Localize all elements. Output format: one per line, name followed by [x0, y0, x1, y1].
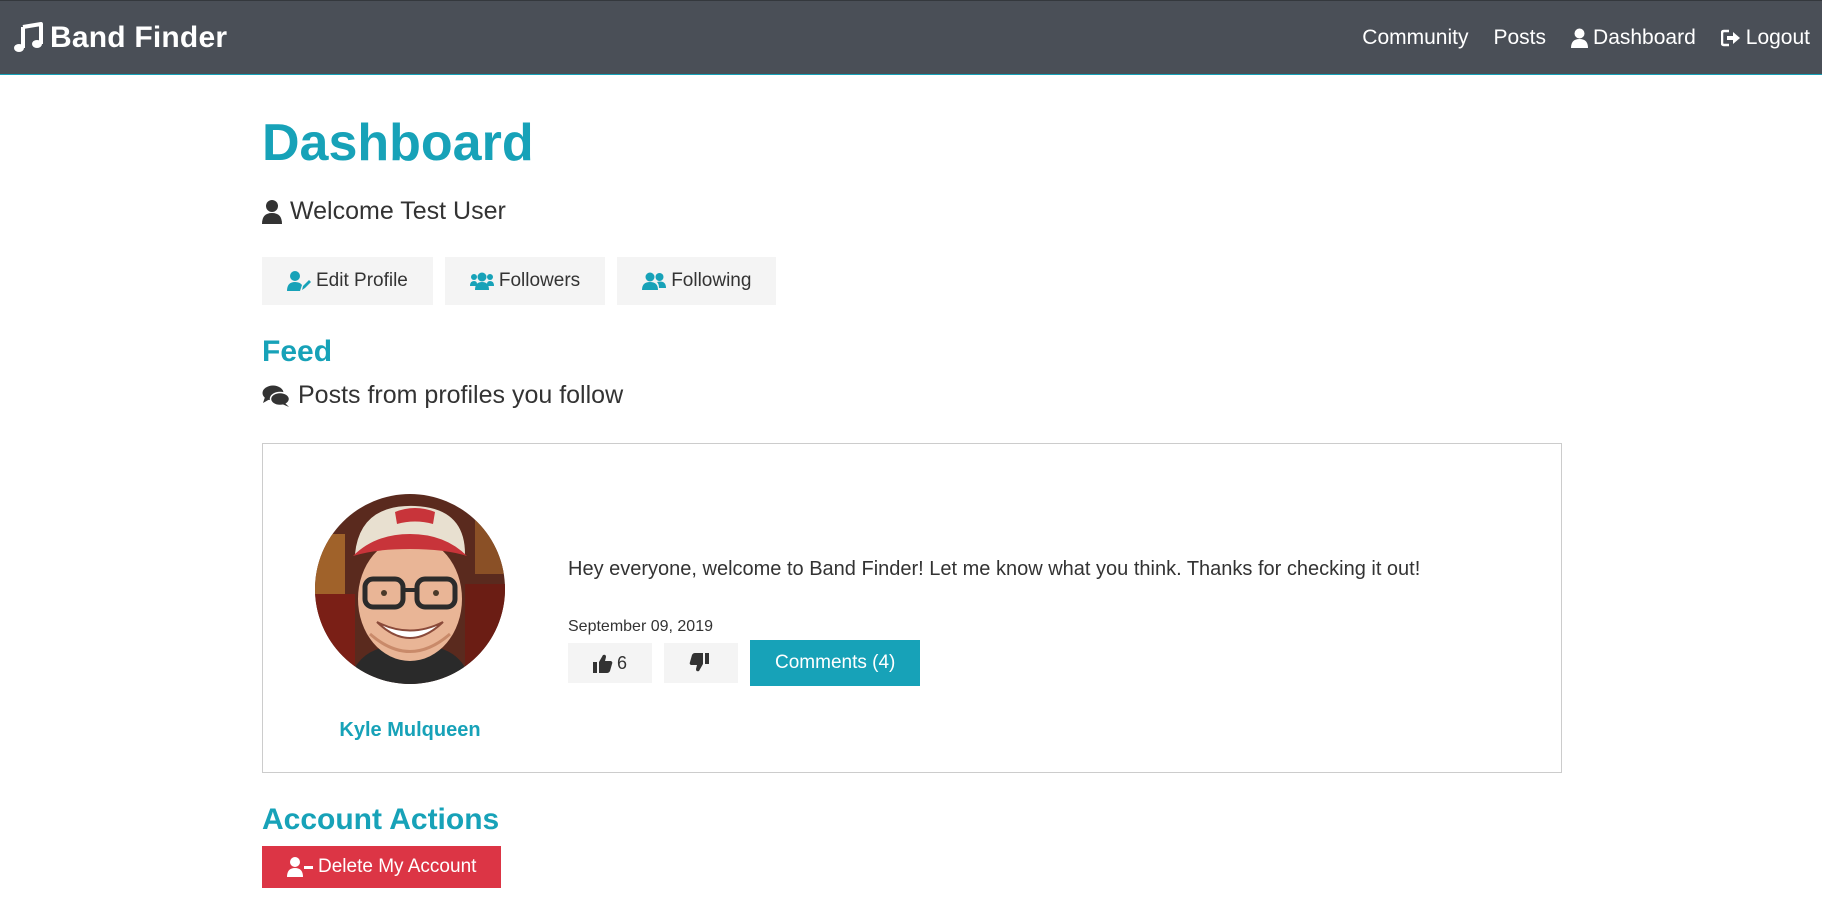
post-actions: 6 Comments (4): [568, 640, 921, 686]
nav-logout-link[interactable]: Logout: [1720, 26, 1810, 50]
delete-account-button[interactable]: Delete My Account: [262, 846, 502, 888]
feed-subtitle-text: Posts from profiles you follow: [298, 381, 624, 409]
feed-post-card: Kyle Mulqueen Hey everyone, welcome to B…: [262, 443, 1562, 773]
thumbs-down-icon: [689, 653, 710, 672]
like-count: 6: [617, 652, 628, 673]
followers-button[interactable]: Followers: [444, 257, 606, 305]
profile-button-row: Edit Profile Followers Following: [262, 257, 788, 305]
top-navbar: Band Finder Community Posts Dashboard Lo…: [0, 0, 1822, 75]
sign-out-icon: [1720, 29, 1740, 47]
followers-label: Followers: [498, 270, 581, 291]
feed-heading: Feed: [262, 335, 333, 368]
author-avatar[interactable]: [315, 494, 505, 684]
feed-subtitle: Posts from profiles you follow: [262, 381, 623, 410]
edit-profile-label: Edit Profile: [316, 270, 408, 291]
following-button[interactable]: Following: [617, 257, 777, 305]
music-note-icon: [14, 22, 43, 52]
comments-icon: [262, 385, 290, 407]
nav-dashboard-link[interactable]: Dashboard: [1571, 26, 1696, 50]
users-icon: [469, 272, 494, 290]
user-friends-icon: [642, 272, 667, 290]
user-edit-icon: [287, 271, 311, 291]
nav-posts-link[interactable]: Posts: [1494, 26, 1547, 50]
edit-profile-button[interactable]: Edit Profile: [262, 257, 433, 305]
post-date: September 09, 2019: [568, 618, 713, 635]
nav-logout-label: Logout: [1745, 26, 1810, 49]
dislike-button[interactable]: [664, 643, 739, 683]
user-icon: [1571, 28, 1589, 48]
post-body-text: Hey everyone, welcome to Band Finder! Le…: [568, 558, 1421, 580]
nav-dashboard-label: Dashboard: [1593, 26, 1696, 49]
page-title: Dashboard: [262, 114, 534, 172]
welcome-text: Welcome Test User: [290, 197, 506, 225]
like-button[interactable]: 6: [568, 643, 653, 683]
comments-button[interactable]: Comments (4): [750, 640, 921, 686]
thumbs-up-icon: [593, 654, 613, 673]
delete-account-label: Delete My Account: [318, 856, 477, 877]
following-label: Following: [671, 270, 752, 291]
user-icon: [262, 199, 282, 224]
brand-name: Band Finder: [50, 21, 228, 54]
nav-community-link[interactable]: Community: [1362, 26, 1468, 50]
account-actions-heading: Account Actions: [262, 803, 500, 836]
brand-link[interactable]: Band Finder: [12, 19, 227, 57]
user-minus-icon: [287, 857, 313, 877]
post-author-name[interactable]: Kyle Mulqueen: [285, 719, 535, 742]
nav-links: Community Posts Dashboard Logout: [1337, 23, 1810, 53]
welcome-message: Welcome Test User: [262, 197, 506, 226]
avatar-photo: [315, 494, 505, 684]
